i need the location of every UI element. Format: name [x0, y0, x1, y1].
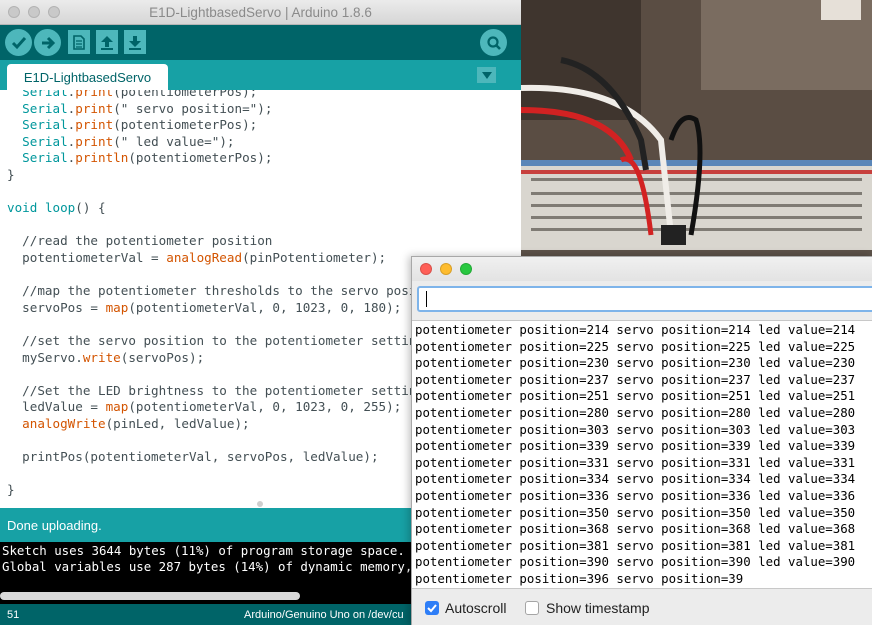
check-icon	[11, 36, 26, 49]
tab-sketch[interactable]: E1D-LightbasedServo	[7, 64, 168, 90]
editor-resize-grip[interactable]	[257, 501, 263, 507]
serial-output-line: potentiometer position=230 servo positio…	[415, 355, 856, 371]
upload-button[interactable]	[34, 29, 61, 56]
code-line: //map the potentiometer thresholds to th…	[7, 283, 447, 299]
serial-output-line: potentiometer position=368 servo positio…	[415, 521, 856, 537]
arrow-right-icon	[41, 36, 55, 49]
code-line: //set the servo position to the potentio…	[7, 333, 425, 348]
new-file-icon	[73, 34, 85, 50]
serial-output-line: potentiometer position=214 servo positio…	[415, 322, 856, 337]
serial-output-line: potentiometer position=237 servo positio…	[415, 371, 856, 387]
open-arrow-up-icon	[101, 35, 113, 50]
console-line: Global variables use 287 bytes (14%) of …	[2, 559, 428, 574]
serial-output-line: potentiometer position=390 servo positio…	[415, 554, 856, 570]
serial-output-line: potentiometer position=251 servo positio…	[415, 388, 856, 404]
code-line: Serial.print(" led value=");	[22, 133, 235, 149]
code-line: myServo.write(servoPos);	[7, 349, 205, 365]
magnifier-icon	[486, 35, 501, 50]
serial-monitor-window: potentiometer position=214 servo positio…	[411, 256, 872, 625]
board-info: Arduino/Genuino Uno on /dev/cu	[244, 609, 404, 621]
sketch-tabbar: E1D-LightbasedServo	[0, 60, 521, 90]
serial-output-line: potentiometer position=396 servo positio…	[415, 571, 744, 586]
autoscroll-label: Autoscroll	[445, 600, 507, 616]
serial-output-line: potentiometer position=280 servo positio…	[415, 405, 856, 420]
serial-output-line: potentiometer position=381 servo positio…	[415, 537, 856, 553]
code-line: analogWrite(pinLed, ledValue);	[22, 416, 250, 431]
serial-send-input[interactable]	[417, 286, 872, 312]
code-line: servoPos = map(potentiometerVal, 0, 1023…	[7, 299, 402, 315]
serial-output-line: potentiometer position=336 servo positio…	[415, 488, 856, 503]
ide-titlebar: E1D-LightbasedServo | Arduino 1.8.6	[0, 0, 521, 25]
tab-menu-button[interactable]	[477, 67, 496, 83]
checkmark-icon	[427, 604, 437, 613]
line-number: 51	[7, 609, 20, 621]
serial-minimize-button[interactable]	[440, 263, 452, 275]
serial-output-line: potentiometer position=225 servo positio…	[415, 338, 856, 354]
serial-output-line: potentiometer position=350 servo positio…	[415, 504, 856, 520]
serial-titlebar	[412, 257, 872, 281]
code-line: //read the potentiometer position	[7, 233, 273, 249]
serial-zoom-button[interactable]	[460, 263, 472, 275]
serial-output-line: potentiometer position=334 servo positio…	[415, 471, 856, 487]
verify-button[interactable]	[5, 29, 32, 56]
code-line: ledValue = map(potentiometerVal, 0, 1023…	[7, 399, 402, 415]
serial-monitor-button[interactable]	[480, 29, 507, 56]
code-line: Serial.print(potentiometerPos);	[22, 117, 258, 133]
text-caret	[426, 291, 427, 307]
serial-options-bar: Autoscroll Show timestamp	[412, 589, 872, 625]
code-line: Serial.print(" servo position=");	[22, 100, 273, 116]
code-line: Serial.println(potentiometerPos);	[22, 150, 273, 166]
autoscroll-checkbox[interactable]	[425, 601, 439, 615]
code-line: }	[7, 482, 15, 498]
ide-toolbar	[0, 25, 521, 60]
serial-output-line: potentiometer position=339 servo positio…	[415, 438, 856, 454]
console-horizontal-scrollbar[interactable]	[0, 592, 300, 600]
code-line: Serial.print(potentiometerPos);	[22, 90, 258, 99]
window-title: E1D-LightbasedServo | Arduino 1.8.6	[149, 5, 372, 20]
new-button[interactable]	[68, 30, 90, 54]
save-arrow-down-icon	[129, 35, 141, 50]
code-line: void loop() {	[7, 200, 106, 216]
code-line: //Set the LED brightness to the potentio…	[7, 382, 425, 398]
save-button[interactable]	[124, 30, 146, 54]
status-message: Done uploading.	[7, 518, 102, 533]
open-button[interactable]	[96, 30, 118, 54]
console-line: Sketch uses 3644 bytes (11%) of program …	[2, 543, 428, 558]
code-line: printPos(potentiometerVal, servoPos, led…	[7, 449, 379, 465]
serial-output[interactable]: potentiometer position=214 servo positio…	[412, 320, 872, 589]
show-timestamp-checkbox[interactable]	[525, 601, 539, 615]
code-line: potentiometerVal = analogRead(pinPotenti…	[7, 250, 387, 265]
show-timestamp-label: Show timestamp	[546, 600, 650, 616]
serial-output-line: potentiometer position=331 servo positio…	[415, 454, 856, 470]
serial-output-line: potentiometer position=303 servo positio…	[415, 421, 856, 437]
code-line: }	[7, 167, 15, 182]
serial-close-button[interactable]	[420, 263, 432, 275]
triangle-down-icon	[481, 71, 492, 79]
